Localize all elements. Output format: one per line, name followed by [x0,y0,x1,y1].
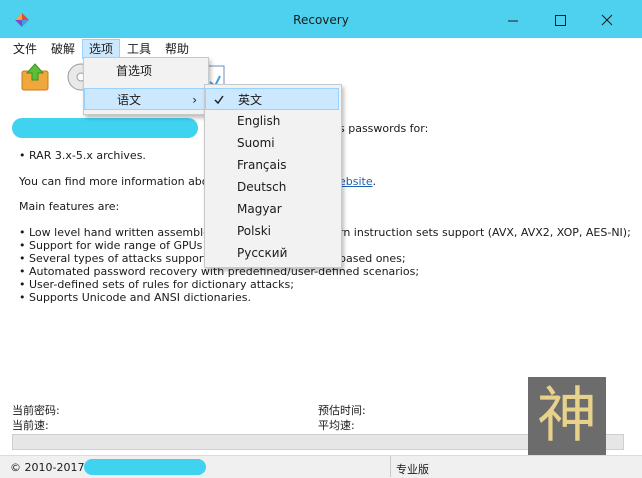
more-info-text: You can find more information about th [19,175,235,188]
intro-text: s passwords for: [339,122,429,135]
language-option[interactable]: Polski [205,220,271,242]
redaction-bar [84,459,206,475]
current-password-label: 当前密码: [12,404,60,417]
feature-item: • User-defined sets of rules for diction… [19,278,294,291]
language-option[interactable]: Русский [205,242,287,264]
maximize-button[interactable] [545,10,575,30]
estimated-time-label: 预估时间: [318,404,366,417]
minimize-button[interactable] [498,10,528,30]
current-speed-label: 当前速: [12,419,49,432]
website-link[interactable]: ebsite [339,175,373,188]
feature-item: • Low level hand written assembler CP [19,226,233,239]
feature-item-continued: based ones; [339,252,406,265]
menu-help[interactable]: 帮助 [159,40,195,58]
feature-item-continued: rn instruction sets support (AVX, AVX2, … [339,226,631,239]
feature-item: • Supports Unicode and ANSI dictionaries… [19,291,251,304]
more-info-suffix: . [372,175,377,188]
submenu-arrow-icon: › [192,93,197,107]
maximize-icon [555,15,566,26]
language-option[interactable]: Français [205,154,286,176]
features-heading: Main features are: [19,200,120,213]
menu-crack[interactable]: 破解 [45,40,81,58]
watermark-glyph: 神 [537,381,597,451]
menu-tools[interactable]: 工具 [121,40,157,58]
feature-item: • Support for wide range of GPUs - NV [19,239,230,252]
options-menu: 首选项 语文 › [83,57,209,115]
minimize-icon [508,20,518,22]
close-button[interactable] [592,10,622,30]
menu-options[interactable]: 选项 [81,39,121,59]
language-option[interactable]: Suomi [205,132,275,154]
copyright-text: © 2010-2017 [10,461,85,474]
checkmark-icon [214,95,224,105]
average-speed-label: 平均速: [318,419,355,432]
menu-file[interactable]: 文件 [7,40,43,58]
language-option[interactable]: English [205,110,280,132]
menu-item-language-label: 语文 [117,93,142,107]
language-option-label: 英文 [238,93,263,107]
status-divider [390,456,391,477]
redaction-bar [12,118,198,138]
more-info-link-line: ebsite. [339,175,376,188]
edition-label: 专业版 [396,463,429,476]
format-bullet: • RAR 3.x-5.x archives. [19,149,146,162]
close-icon [601,14,613,26]
language-option[interactable]: Magyar [205,198,282,220]
language-option[interactable]: 英文 [205,88,339,110]
feature-item: • Several types of attacks supported - [19,252,229,265]
menu-item-language[interactable]: 语文 › [84,88,206,110]
menu-item-preferences[interactable]: 首选项 [84,60,206,82]
open-file-icon[interactable] [20,62,50,92]
language-menu: 英文 English Suomi Français Deutsch Magyar… [204,84,342,268]
language-option[interactable]: Deutsch [205,176,286,198]
watermark-logo: 神 [528,377,606,455]
